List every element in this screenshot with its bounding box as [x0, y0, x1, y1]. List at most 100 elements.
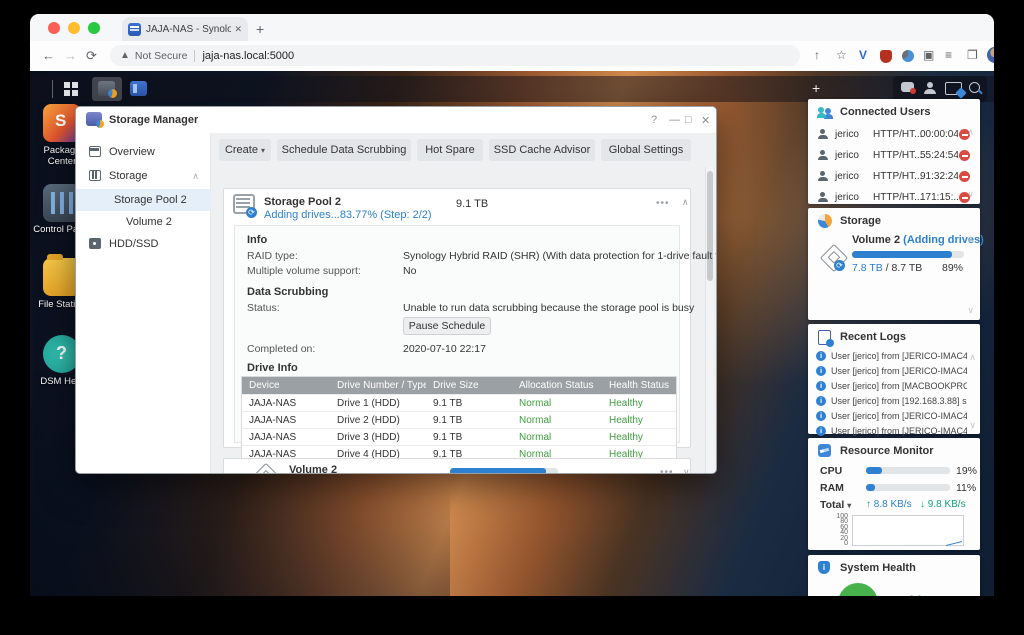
- scroll-up-icon[interactable]: ∧: [969, 352, 976, 363]
- window-close-button[interactable]: ✕: [701, 114, 710, 127]
- ram-label: RAM: [820, 482, 844, 494]
- pause-schedule-button[interactable]: Pause Schedule: [403, 317, 491, 335]
- mac-minimize-button[interactable]: [68, 22, 80, 34]
- sync-badge-icon: ⟳: [834, 260, 845, 271]
- pool-actions-icon[interactable]: •••: [656, 198, 670, 209]
- history-extension-icon[interactable]: [902, 50, 914, 62]
- sidebar-item-overview[interactable]: Overview: [76, 141, 211, 163]
- user-icon: [818, 150, 828, 161]
- volume-card[interactable]: ⟳ Volume 2 Adding drives...83.77% (Step:…: [223, 458, 691, 474]
- not-secure-label[interactable]: Not Secure: [135, 50, 188, 62]
- volume-cube-icon: [252, 463, 280, 474]
- taskbar-app-icon[interactable]: [130, 81, 147, 96]
- browser-tab[interactable]: JAJA-NAS - Synology DiskSta ✕: [122, 17, 248, 41]
- log-row[interactable]: iUser [jerico] from [192.168.3.88] signe…: [816, 395, 974, 409]
- create-button[interactable]: Create ▾: [219, 139, 271, 161]
- back-icon[interactable]: ←: [42, 48, 55, 63]
- info-icon: i: [816, 351, 826, 361]
- address-bar[interactable]: ▲ Not Secure jaja-nas.local:5000: [110, 45, 800, 66]
- log-row[interactable]: iUser [jerico] from [JERICO-IMAC4K(19...: [816, 425, 974, 439]
- pool-collapse-icon[interactable]: ∧: [682, 197, 689, 208]
- mac-close-button[interactable]: [48, 22, 60, 34]
- kick-user-icon[interactable]: [959, 171, 970, 182]
- sidebar-item-storage[interactable]: Storage ∧: [76, 165, 211, 187]
- side-panel-icon[interactable]: ❐: [967, 48, 978, 62]
- new-tab-button[interactable]: +: [256, 21, 264, 37]
- recent-logs-icon: [818, 330, 831, 345]
- hdd-icon: [89, 238, 101, 249]
- table-row[interactable]: JAJA-NASDrive 3 (HDD)9.1 TBNormalHealthy: [242, 428, 676, 445]
- share-icon[interactable]: ↑: [814, 48, 820, 62]
- sidebar-item-hdd-ssd[interactable]: HDD/SSD: [76, 233, 211, 255]
- scroll-down-icon[interactable]: ∨: [967, 189, 974, 200]
- user-icon: [818, 171, 828, 182]
- add-widget-button[interactable]: +: [812, 80, 820, 96]
- main-menu-icon[interactable]: [64, 82, 78, 96]
- collapse-chevron-icon[interactable]: ∧: [192, 165, 199, 187]
- pinned-widgets-icon[interactable]: [945, 82, 962, 95]
- log-row[interactable]: iUser [jerico] from [JERICO-IMAC4K(19...: [816, 350, 974, 364]
- storage-pie-icon: [818, 214, 832, 228]
- connected-user-row[interactable]: jerico HTTP/HT... 55:24:54: [818, 146, 970, 167]
- vimium-extension-icon[interactable]: V: [859, 48, 867, 62]
- volume-progress-bar: [450, 468, 558, 474]
- window-sidebar: Overview Storage ∧ Storage Pool 2 Volume…: [76, 133, 211, 474]
- schedule-data-scrubbing-button[interactable]: Schedule Data Scrubbing: [277, 139, 411, 161]
- window-help-button[interactable]: ?: [651, 114, 657, 126]
- volume-actions-icon[interactable]: •••: [660, 467, 674, 474]
- kick-user-icon[interactable]: [959, 150, 970, 161]
- window-maximize-button[interactable]: □: [685, 114, 692, 126]
- network-chart: [852, 515, 964, 546]
- connected-user-row[interactable]: jerico HTTP/HT... 171:15:...: [818, 188, 970, 209]
- info-heading: Info: [247, 234, 267, 246]
- extensions-puzzle-icon[interactable]: ▣: [923, 48, 934, 62]
- log-row[interactable]: iUser [jerico] from [JERICO-IMAC4K(19...: [816, 410, 974, 424]
- connected-user-row[interactable]: jerico HTTP/HT... 00:00:04: [818, 125, 970, 146]
- window-content: Create ▾ Schedule Data Scrubbing Hot Spa…: [211, 133, 717, 474]
- user-icon: [818, 129, 828, 140]
- volume-expand-icon[interactable]: ∨: [683, 467, 690, 474]
- total-dropdown[interactable]: Total ▾: [820, 499, 851, 511]
- window-titlebar[interactable]: Storage Manager ? — □ ✕: [76, 107, 716, 134]
- connected-users-widget: Connected Users jerico HTTP/HT... 00:00:…: [808, 99, 980, 204]
- system-health-shield-icon: i: [818, 561, 830, 574]
- scroll-down-icon[interactable]: ∨: [969, 420, 976, 431]
- connected-users-icon: [818, 107, 834, 119]
- adblock-extension-icon[interactable]: [880, 50, 892, 63]
- global-settings-button[interactable]: Global Settings: [601, 139, 691, 161]
- ssd-cache-advisor-button[interactable]: SSD Cache Advisor: [489, 139, 595, 161]
- profile-avatar[interactable]: [987, 47, 994, 63]
- log-row[interactable]: iUser [jerico] from [MACBOOKPRO-9055...: [816, 380, 974, 394]
- ram-value: 11%: [956, 482, 976, 494]
- scroll-up-icon[interactable]: ∧: [967, 127, 974, 138]
- scroll-down-icon[interactable]: ∨: [967, 305, 974, 316]
- bookmark-star-icon[interactable]: ☆: [836, 48, 847, 62]
- table-row[interactable]: JAJA-NASDrive 2 (HDD)9.1 TBNormalHealthy: [242, 411, 676, 428]
- hot-spare-button[interactable]: Hot Spare: [417, 139, 483, 161]
- pool-detail-panel: Info RAID type: Synology Hybrid RAID (SH…: [234, 225, 680, 443]
- scroll-up-icon[interactable]: ∧: [967, 234, 974, 245]
- search-icon[interactable]: [969, 82, 980, 93]
- sidebar-item-storage-pool-2[interactable]: Storage Pool 2: [76, 189, 211, 211]
- forward-icon[interactable]: →: [64, 48, 77, 63]
- ram-bar: [866, 484, 950, 491]
- log-row[interactable]: iUser [jerico] from [JERICO-IMAC4K(19...: [816, 365, 974, 379]
- window-minimize-button[interactable]: —: [669, 114, 680, 126]
- notifications-icon[interactable]: [901, 82, 914, 92]
- connected-user-row[interactable]: jerico HTTP/HT... 91:32:24: [818, 167, 970, 188]
- show-desktop-divider[interactable]: [52, 80, 53, 98]
- reload-icon[interactable]: ⟳: [86, 48, 97, 64]
- user-options-icon[interactable]: [924, 82, 936, 94]
- browser-toolbar: ← → ⟳ ▲ Not Secure jaja-nas.local:5000 ↑…: [30, 41, 994, 72]
- mac-zoom-button[interactable]: [88, 22, 100, 34]
- tab-close-icon[interactable]: ✕: [234, 24, 242, 35]
- table-row[interactable]: JAJA-NASDrive 1 (HDD)9.1 TBNormalHealthy: [242, 394, 676, 411]
- health-status-icon: [838, 583, 878, 596]
- sidebar-item-volume-2[interactable]: Volume 2: [76, 211, 211, 233]
- storage-manager-icon: [86, 112, 102, 126]
- url-text[interactable]: jaja-nas.local:5000: [202, 50, 294, 62]
- resource-monitor-icon: [818, 444, 831, 457]
- scrollbar-thumb[interactable]: [707, 171, 713, 281]
- taskbar-storage-manager-icon[interactable]: [98, 81, 115, 96]
- reading-list-icon[interactable]: ≡: [945, 48, 952, 62]
